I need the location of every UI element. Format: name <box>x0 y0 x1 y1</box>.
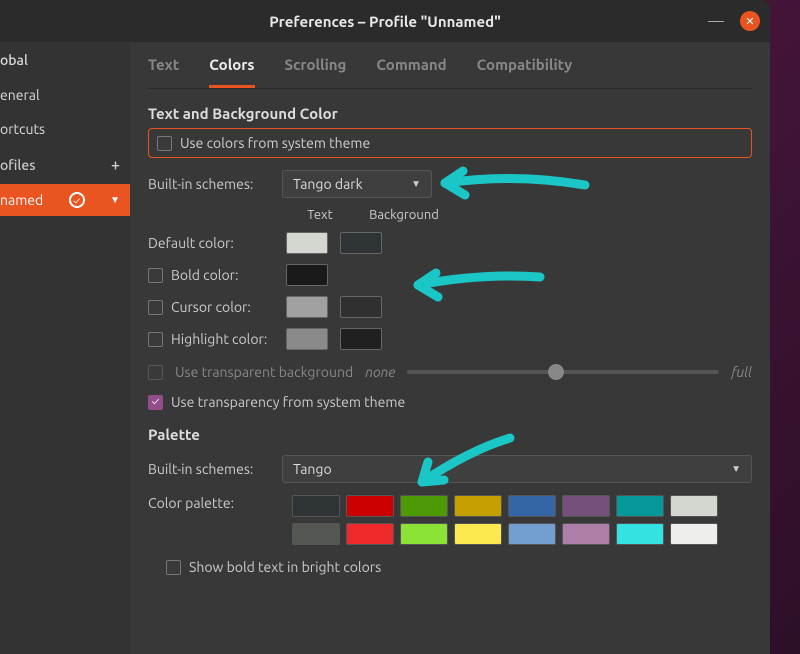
palette-swatch[interactable] <box>346 495 394 517</box>
builtin-scheme-value: Tango dark <box>293 176 363 192</box>
transparency-theme-label: Use transparency from system theme <box>171 394 405 410</box>
palette-swatch[interactable] <box>292 495 340 517</box>
chevron-down-icon: ▼ <box>411 178 421 190</box>
window-controls: — ✕ <box>704 11 760 31</box>
tab-colors[interactable]: Colors <box>209 56 254 88</box>
add-profile-icon[interactable]: + <box>111 156 120 174</box>
profiles-label: ofiles <box>0 157 36 173</box>
palette-swatch[interactable] <box>616 523 664 545</box>
sidebar-item-general[interactable]: eneral <box>0 78 130 112</box>
sidebar: obal eneral ortcuts ofiles + named ✓ ▼ <box>0 42 130 654</box>
tab-command[interactable]: Command <box>376 56 446 88</box>
highlight-color-row: Highlight color: <box>148 328 752 350</box>
highlight-color-checkbox[interactable] <box>148 332 163 347</box>
col-bg-header: Background <box>364 208 444 222</box>
highlight-text-swatch[interactable] <box>286 328 328 350</box>
tab-text[interactable]: Text <box>148 56 179 88</box>
transparent-bg-row: Use transparent background none full <box>148 364 752 380</box>
builtin-scheme-label: Built-in schemes: <box>148 176 268 192</box>
minimize-icon[interactable]: — <box>704 12 728 30</box>
use-system-colors-checkbox[interactable] <box>157 136 172 151</box>
palette-section-title: Palette <box>148 426 752 443</box>
color-palette-row: Color palette: <box>148 495 752 545</box>
palette-swatch[interactable] <box>346 523 394 545</box>
builtin-scheme-dropdown[interactable]: Tango dark ▼ <box>282 170 432 198</box>
sidebar-item-shortcuts[interactable]: ortcuts <box>0 112 130 146</box>
palette-swatch[interactable] <box>508 523 556 545</box>
transparency-theme-row: ✓ Use transparency from system theme <box>148 394 752 410</box>
transparency-slider[interactable] <box>407 370 719 374</box>
tab-scrolling[interactable]: Scrolling <box>285 56 347 88</box>
highlight-bg-swatch[interactable] <box>340 328 382 350</box>
slider-full-label: full <box>731 364 752 380</box>
profile-active-icon: ✓ <box>69 192 85 208</box>
window-title: Preferences – Profile "Unnamed" <box>269 13 501 30</box>
palette-swatch[interactable] <box>562 523 610 545</box>
palette-builtin-label: Built-in schemes: <box>148 461 268 477</box>
transparent-bg-label: Use transparent background <box>175 364 353 380</box>
slider-none-label: none <box>365 364 395 380</box>
cursor-color-label: Cursor color: <box>171 299 251 315</box>
palette-builtin-dropdown[interactable]: Tango ▼ <box>282 455 752 483</box>
chevron-down-icon: ▼ <box>731 463 741 475</box>
palette-swatch[interactable] <box>670 523 718 545</box>
use-system-colors-row[interactable]: Use colors from system theme <box>148 128 752 158</box>
bold-text-swatch[interactable] <box>286 264 328 286</box>
bold-color-row: Bold color: <box>148 264 752 286</box>
default-color-row: Default color: <box>148 232 752 254</box>
palette-swatch[interactable] <box>562 495 610 517</box>
cursor-text-swatch[interactable] <box>286 296 328 318</box>
bold-bright-row: Show bold text in bright colors <box>166 559 752 575</box>
cursor-bg-swatch[interactable] <box>340 296 382 318</box>
use-system-colors-label: Use colors from system theme <box>180 135 370 151</box>
bold-color-checkbox[interactable] <box>148 268 163 283</box>
preferences-window: Preferences – Profile "Unnamed" — ✕ obal… <box>0 0 770 654</box>
palette-swatch[interactable] <box>400 495 448 517</box>
cursor-color-checkbox[interactable] <box>148 300 163 315</box>
default-text-swatch[interactable] <box>286 232 328 254</box>
cursor-color-row: Cursor color: <box>148 296 752 318</box>
swatch-column-headers: Text Background <box>296 208 752 222</box>
highlight-color-label: Highlight color: <box>171 331 267 347</box>
titlebar: Preferences – Profile "Unnamed" — ✕ <box>0 0 770 42</box>
close-icon[interactable]: ✕ <box>740 11 760 31</box>
palette-builtin-value: Tango <box>293 461 332 477</box>
bold-bright-label: Show bold text in bright colors <box>189 559 381 575</box>
palette-grid <box>292 495 718 545</box>
palette-swatch[interactable] <box>670 495 718 517</box>
palette-swatch[interactable] <box>616 495 664 517</box>
tabs: Text Colors Scrolling Command Compatibil… <box>148 42 752 89</box>
palette-row-2 <box>292 523 718 545</box>
chevron-down-icon[interactable]: ▼ <box>110 194 120 206</box>
col-text-header: Text <box>296 208 344 222</box>
color-palette-label: Color palette: <box>148 495 268 511</box>
tab-compatibility[interactable]: Compatibility <box>477 56 573 88</box>
sidebar-profiles-header: ofiles + <box>0 146 130 184</box>
palette-builtin-row: Built-in schemes: Tango ▼ <box>148 455 752 483</box>
transparency-theme-checkbox[interactable]: ✓ <box>148 395 163 410</box>
palette-swatch[interactable] <box>292 523 340 545</box>
default-color-label: Default color: <box>148 235 286 251</box>
section-text-bg-title: Text and Background Color <box>148 105 752 122</box>
palette-swatch[interactable] <box>454 495 502 517</box>
sidebar-profile-unnamed[interactable]: named ✓ ▼ <box>0 184 130 216</box>
palette-row-1 <box>292 495 718 517</box>
content-area: Text Colors Scrolling Command Compatibil… <box>130 42 770 654</box>
palette-swatch[interactable] <box>454 523 502 545</box>
default-bg-swatch[interactable] <box>340 232 382 254</box>
slider-thumb[interactable] <box>548 364 564 380</box>
bold-bright-checkbox[interactable] <box>166 560 181 575</box>
bold-color-label: Bold color: <box>171 267 238 283</box>
palette-swatch[interactable] <box>400 523 448 545</box>
palette-swatch[interactable] <box>508 495 556 517</box>
profile-name: named <box>0 192 43 208</box>
sidebar-global-header: obal <box>0 42 130 78</box>
transparent-bg-checkbox[interactable] <box>148 365 163 380</box>
builtin-scheme-row: Built-in schemes: Tango dark ▼ <box>148 170 752 198</box>
